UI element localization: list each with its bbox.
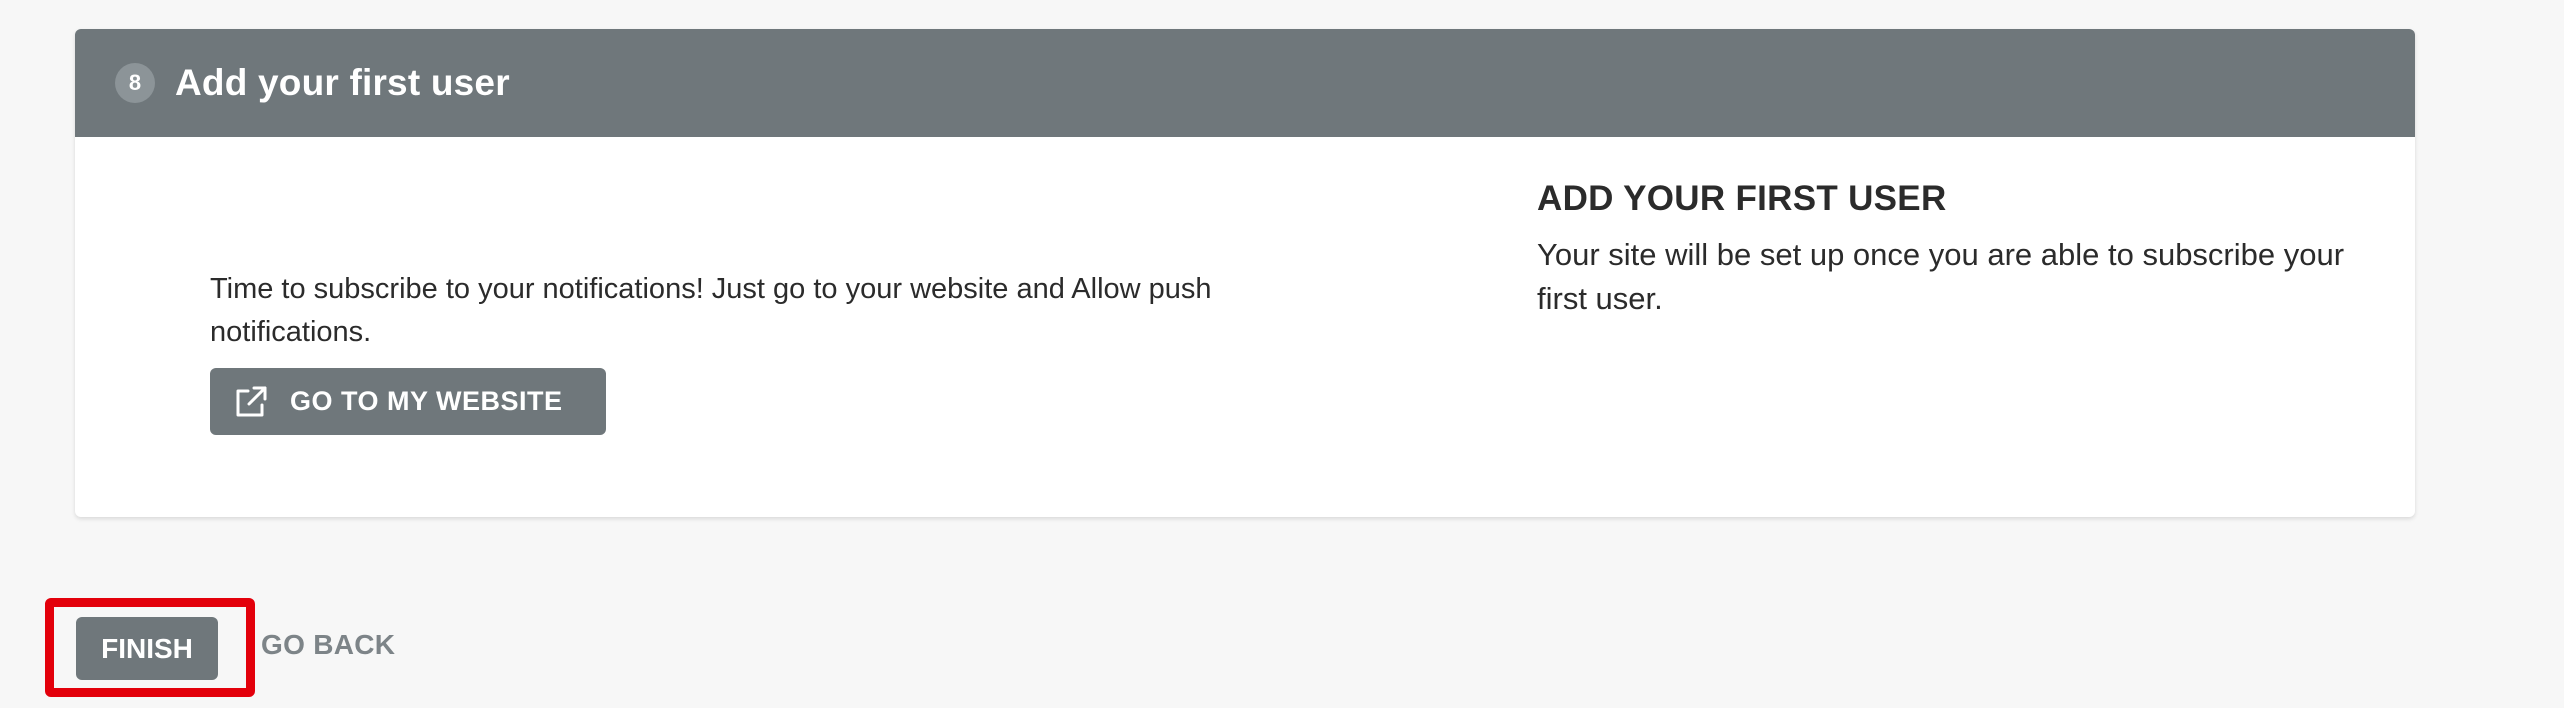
go-back-link[interactable]: GO BACK (261, 629, 395, 661)
info-column: ADD YOUR FIRST USER Your site will be se… (1537, 179, 2357, 321)
setup-step-card: 8 Add your first user Time to subscribe … (75, 29, 2415, 517)
instructions-column: Time to subscribe to your notifications!… (210, 159, 1330, 435)
step-header: 8 Add your first user (75, 29, 2415, 137)
go-to-my-website-button[interactable]: GO TO MY WEBSITE (210, 368, 606, 435)
external-link-icon (236, 386, 267, 416)
finish-button[interactable]: FINISH (76, 617, 218, 680)
info-text: Your site will be set up once you are ab… (1537, 237, 2345, 316)
step-number-badge: 8 (115, 63, 155, 103)
info-title: ADD YOUR FIRST USER (1537, 179, 1947, 218)
subscribe-instructions: Time to subscribe to your notifications!… (210, 273, 1212, 348)
step-title: Add your first user (175, 62, 510, 103)
go-to-my-website-label: GO TO MY WEBSITE (290, 386, 563, 416)
